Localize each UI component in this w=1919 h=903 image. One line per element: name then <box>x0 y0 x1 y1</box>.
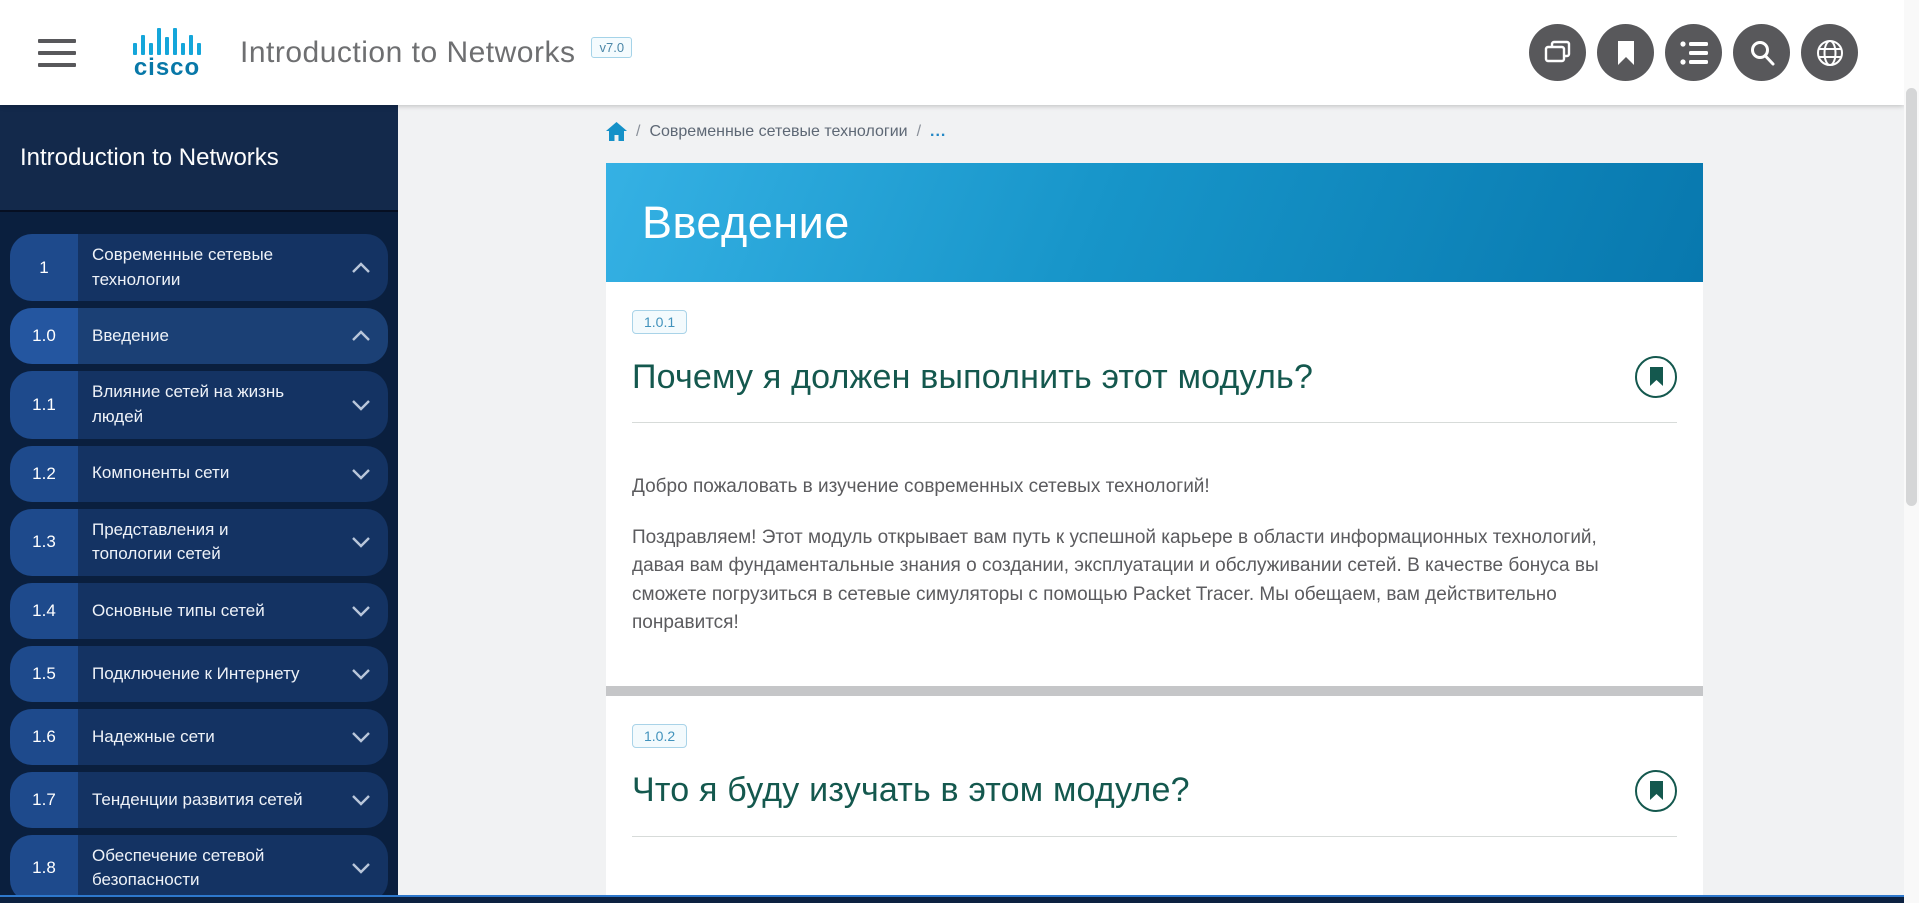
chevron-down-icon <box>350 399 372 411</box>
item-label: Современные сетевые технологии <box>92 243 306 292</box>
globe-icon[interactable] <box>1801 24 1858 81</box>
item-label: Компоненты сети <box>92 461 229 486</box>
heading-divider <box>632 836 1677 837</box>
breadcrumb-module-link[interactable]: Современные сетевые технологии <box>649 123 907 141</box>
breadcrumb-separator: / <box>636 123 640 141</box>
scrollbar-thumb[interactable] <box>1906 88 1917 506</box>
sidebar-header: Introduction to Networks <box>0 105 398 212</box>
item-number: 1.0 <box>10 308 78 364</box>
item-label: Тенденции развития сетей <box>92 788 303 813</box>
breadcrumb-ellipsis[interactable]: ... <box>930 123 946 141</box>
breadcrumb-separator: / <box>917 123 921 141</box>
item-label: Основные типы сетей <box>92 599 265 624</box>
heading-divider <box>632 422 1677 423</box>
chevron-down-icon <box>350 468 372 480</box>
module-nav: 1 Современные сетевые технологии 1.0 Вве… <box>0 212 398 902</box>
banner-title: Введение <box>642 197 850 249</box>
chevron-up-icon <box>350 262 372 274</box>
cisco-logo-text: cisco <box>134 56 200 80</box>
sidebar-item-1-0[interactable]: 1.0 Введение <box>10 308 388 364</box>
header-toolbar <box>1529 24 1858 81</box>
item-label: Подключение к Интернету <box>92 662 300 687</box>
section-badge: 1.0.2 <box>632 724 687 748</box>
page-scrollbar[interactable] <box>1904 0 1919 903</box>
sidebar-item-1-5[interactable]: 1.5 Подключение к Интернету <box>10 646 388 702</box>
sidebar-item-1-1[interactable]: 1.1 Влияние сетей на жизнь людей <box>10 371 388 438</box>
sidebar-item-1-7[interactable]: 1.7 Тенденции развития сетей <box>10 772 388 828</box>
section-gap-divider <box>606 686 1703 696</box>
breadcrumb: / Современные сетевые технологии / ... <box>606 105 1703 141</box>
item-number: 1.5 <box>10 646 78 702</box>
chevron-down-icon <box>350 794 372 806</box>
bottom-bar <box>0 895 1904 903</box>
item-number: 1.2 <box>10 446 78 502</box>
item-number: 1.6 <box>10 709 78 765</box>
sidebar-item-1-4[interactable]: 1.4 Основные типы сетей <box>10 583 388 639</box>
item-label: Представления и топологии сетей <box>92 518 306 567</box>
sidebar-item-1-6[interactable]: 1.6 Надежные сети <box>10 709 388 765</box>
search-icon[interactable] <box>1733 24 1790 81</box>
item-number: 1 <box>10 234 78 301</box>
course-title: Introduction to Networks <box>240 36 575 70</box>
module-banner: Введение <box>606 163 1703 282</box>
item-label: Обеспечение сетевой безопасности <box>92 844 306 893</box>
section-1-0-2: 1.0.2 Что я буду изучать в этом модуле? … <box>606 696 1703 903</box>
item-number: 1.8 <box>10 835 78 902</box>
chevron-down-icon <box>350 536 372 548</box>
item-label: Введение <box>92 324 169 349</box>
chevron-down-icon <box>350 862 372 874</box>
chevron-down-icon <box>350 668 372 680</box>
section-heading: Почему я должен выполнить этот модуль? <box>632 358 1313 397</box>
item-label: Надежные сети <box>92 725 215 750</box>
pages-icon[interactable] <box>1529 24 1586 81</box>
bookmark-icon[interactable] <box>1597 24 1654 81</box>
menu-icon[interactable] <box>36 36 80 70</box>
chevron-down-icon <box>350 605 372 617</box>
item-number: 1.1 <box>10 371 78 438</box>
cisco-logo: cisco <box>124 25 210 80</box>
item-number: 1.7 <box>10 772 78 828</box>
home-icon[interactable] <box>606 122 627 141</box>
item-label: Влияние сетей на жизнь людей <box>92 380 306 429</box>
sidebar-item-1-8[interactable]: 1.8 Обеспечение сетевой безопасности <box>10 835 388 902</box>
chevron-down-icon <box>350 731 372 743</box>
sidebar-course-title: Introduction to Networks <box>20 144 279 172</box>
section-badge: 1.0.1 <box>632 310 687 334</box>
sidebar-item-module-1[interactable]: 1 Современные сетевые технологии <box>10 234 388 301</box>
paragraph: Добро пожаловать в изучение современных … <box>632 473 1642 502</box>
bookmark-section-icon[interactable] <box>1635 356 1677 398</box>
paragraph: Поздравляем! Этот модуль открывает вам п… <box>632 524 1642 638</box>
sidebar-item-1-3[interactable]: 1.3 Представления и топологии сетей <box>10 509 388 576</box>
section-heading: Что я буду изучать в этом модуле? <box>632 771 1190 810</box>
course-sidebar: Introduction to Networks 1 Современные с… <box>0 105 398 903</box>
cisco-logo-bars <box>133 25 201 55</box>
list-icon[interactable] <box>1665 24 1722 81</box>
section-1-0-1: 1.0.1 Почему я должен выполнить этот мод… <box>606 282 1703 686</box>
app-header: cisco Introduction to Networks v7.0 <box>0 0 1904 105</box>
item-number: 1.4 <box>10 583 78 639</box>
sidebar-item-1-2[interactable]: 1.2 Компоненты сети <box>10 446 388 502</box>
content-area: / Современные сетевые технологии / ... В… <box>398 105 1904 903</box>
bookmark-section-icon[interactable] <box>1635 770 1677 812</box>
item-number: 1.3 <box>10 509 78 576</box>
version-badge: v7.0 <box>591 37 632 58</box>
chevron-up-icon <box>350 330 372 342</box>
